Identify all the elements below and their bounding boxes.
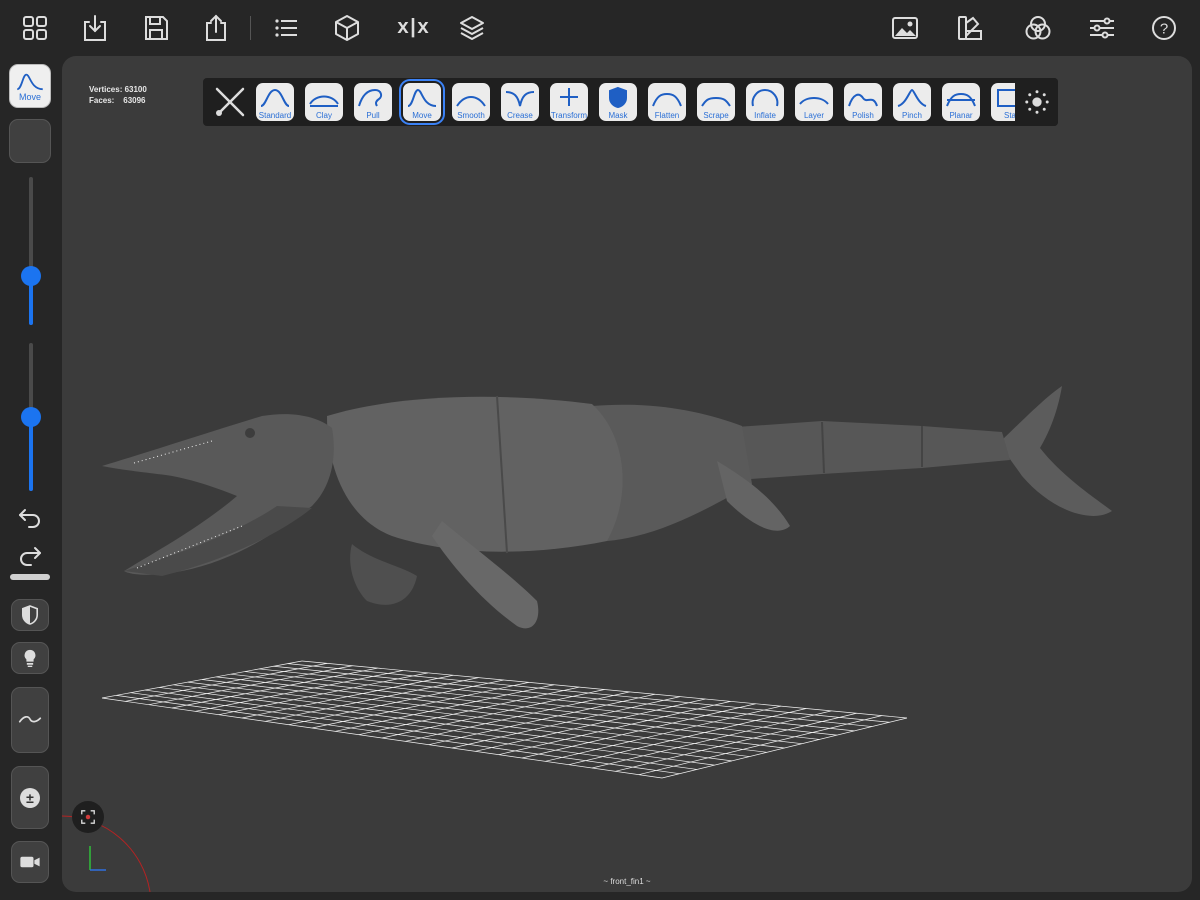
toolbar-divider — [250, 16, 251, 40]
tool-label: Pull — [366, 111, 380, 120]
intensity-slider[interactable] — [21, 343, 41, 491]
panel-divider-handle[interactable] — [10, 574, 50, 580]
tool-label: Transform — [550, 111, 588, 120]
polish-brush-icon — [848, 93, 878, 107]
tool-mask[interactable]: Mask — [599, 83, 637, 121]
frame-focus-icon — [81, 810, 95, 824]
tool-transform[interactable]: Transform — [550, 83, 588, 121]
tool-label: Mask — [608, 111, 628, 120]
intensity-slider-fill — [29, 417, 33, 491]
flatten-brush-icon — [652, 92, 682, 107]
import-icon[interactable] — [77, 12, 113, 44]
grid-icon[interactable] — [17, 12, 53, 44]
tool-label: Pinch — [901, 111, 922, 120]
smooth-brush-icon — [456, 96, 486, 107]
tool-inflate[interactable]: Inflate — [746, 83, 784, 121]
help-icon[interactable]: ? — [1146, 12, 1182, 44]
tool-polish[interactable]: Polish — [844, 83, 882, 121]
mosasaur-model — [102, 386, 1112, 629]
tool-label: Polish — [852, 111, 874, 120]
camera-icon — [20, 856, 40, 868]
tool-clay[interactable]: Clay — [305, 83, 343, 121]
list-icon[interactable] — [268, 12, 304, 44]
radius-slider-thumb[interactable] — [21, 266, 41, 287]
tool-label: Inflate — [754, 111, 776, 120]
tool-scrape[interactable]: Scrape — [697, 83, 735, 121]
empty-slot-button[interactable] — [9, 119, 51, 163]
tool-pull[interactable]: Pull — [354, 83, 392, 121]
tool-standard[interactable]: Standard — [256, 83, 294, 121]
floor-grid — [101, 660, 908, 779]
clay-brush-icon — [309, 95, 339, 107]
tool-smooth[interactable]: Smooth — [452, 83, 490, 121]
tool-label: Smooth — [457, 111, 485, 120]
crease-brush-icon — [505, 91, 535, 107]
planar-brush-icon — [946, 92, 976, 107]
pull-brush-icon — [358, 88, 383, 107]
scene-canvas — [62, 386, 1112, 892]
layers-icon[interactable] — [454, 12, 490, 44]
tool-crease[interactable]: Crease — [501, 83, 539, 121]
camera-button[interactable] — [11, 841, 49, 883]
scrape-brush-icon — [701, 96, 731, 107]
light-button[interactable] — [11, 642, 49, 674]
tool-pinch[interactable]: Pinch — [893, 83, 931, 121]
stroke-button[interactable] — [11, 687, 49, 753]
tool-label: Layer — [803, 111, 824, 120]
tool-label: Planar — [949, 111, 973, 120]
color-circles-icon[interactable] — [1020, 12, 1056, 44]
brush-toolbar: Standard Clay Pull Move Smooth Crease Transfor… — [203, 78, 1058, 126]
focus-frame-button[interactable] — [72, 801, 104, 833]
tool-label: Clay — [315, 111, 332, 120]
plus-minus-button[interactable]: ± — [11, 766, 49, 829]
stroke-curve-icon — [18, 716, 42, 723]
close-tools-icon[interactable] — [211, 83, 249, 121]
tool-layer[interactable]: Layer — [795, 83, 833, 121]
viewport[interactable]: Vertices: 63100 Faces: 63096 Standard Cl… — [62, 56, 1192, 892]
move-brush-icon — [16, 73, 43, 90]
redo-icon[interactable] — [16, 540, 44, 568]
cube-icon[interactable] — [329, 12, 365, 44]
tool-label: Standard — [258, 111, 292, 120]
save-icon[interactable] — [138, 12, 174, 44]
tool-label: Crease — [507, 111, 533, 120]
tool-planar[interactable]: Planar — [942, 83, 980, 121]
dotted-circle-icon — [1024, 90, 1049, 114]
tool-label: Flatten — [654, 111, 680, 120]
radius-slider[interactable] — [21, 177, 41, 325]
tool-label: Scrape — [703, 111, 729, 120]
move-brush-icon — [407, 88, 437, 107]
left-panel: Move ± — [0, 56, 60, 900]
inflate-brush-icon — [751, 88, 779, 107]
plus-minus-icon: ± — [20, 787, 40, 808]
selection-label: ~ front_fin1 ~ — [603, 877, 651, 886]
lightbulb-icon — [24, 649, 36, 667]
palette-icon[interactable] — [952, 12, 988, 44]
toolbar-settings-button[interactable] — [1015, 78, 1058, 126]
mask-toggle-icon — [21, 605, 39, 625]
share-icon[interactable] — [198, 12, 234, 44]
current-tool-button[interactable]: Move — [9, 64, 51, 108]
current-tool-label: Move — [18, 91, 41, 102]
tool-label: Move — [412, 111, 432, 120]
svg-text:?: ? — [1160, 21, 1168, 38]
undo-icon[interactable] — [16, 502, 44, 530]
sliders-icon[interactable] — [1084, 12, 1120, 44]
intensity-slider-thumb[interactable] — [21, 407, 41, 427]
standard-brush-icon — [260, 88, 290, 107]
image-icon[interactable] — [887, 12, 923, 44]
mask-toggle-button[interactable] — [11, 599, 49, 631]
symmetry-icon[interactable]: x|x — [392, 12, 432, 44]
mask-brush-icon — [609, 86, 627, 108]
transform-brush-icon — [560, 88, 578, 106]
tool-move[interactable]: Move — [403, 83, 441, 121]
layer-brush-icon — [799, 97, 829, 105]
pinch-brush-icon — [897, 88, 927, 107]
tool-flatten[interactable]: Flatten — [648, 83, 686, 121]
